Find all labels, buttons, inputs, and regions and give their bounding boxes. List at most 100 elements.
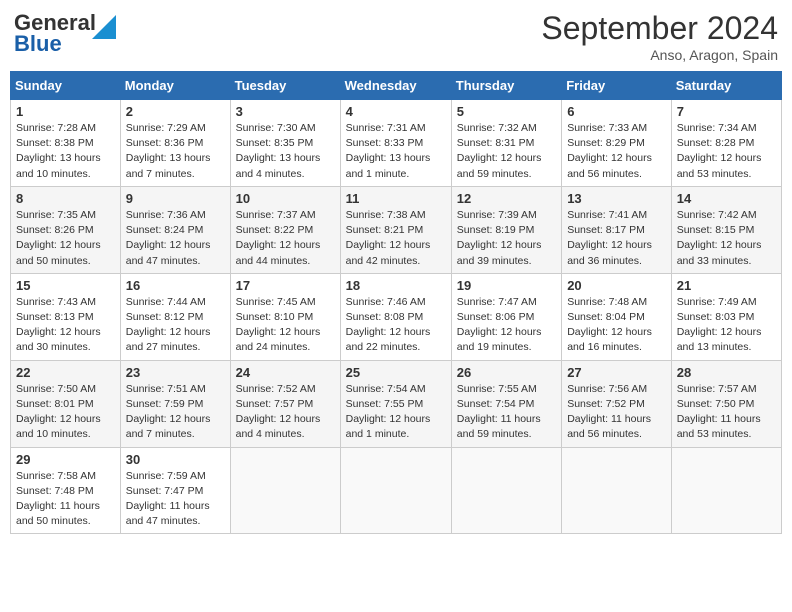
- day-detail: Sunrise: 7:35 AMSunset: 8:26 PMDaylight:…: [16, 208, 115, 269]
- day-detail-line: Daylight: 12 hours: [16, 412, 115, 427]
- day-number: 4: [346, 104, 446, 119]
- day-detail: Sunrise: 7:56 AMSunset: 7:52 PMDaylight:…: [567, 382, 666, 443]
- calendar-week-row: 29 Sunrise: 7:58 AMSunset: 7:48 PMDayligh…: [11, 447, 782, 534]
- calendar-day-cell: 7Sunrise: 7:34 AMSunset: 8:28 PMDaylight…: [671, 100, 781, 187]
- calendar-day-cell: [230, 447, 340, 534]
- day-detail-line: and 33 minutes.: [677, 254, 776, 269]
- month-title: September 2024: [541, 10, 778, 47]
- day-detail-line: Sunrise: 7:29 AM: [126, 121, 225, 136]
- day-detail-line: Sunset: 7:54 PM: [457, 397, 556, 412]
- calendar-day-cell: 16Sunrise: 7:44 AMSunset: 8:12 PMDayligh…: [120, 273, 230, 360]
- day-detail: Sunrise: 7:41 AMSunset: 8:17 PMDaylight:…: [567, 208, 666, 269]
- day-number: 17: [236, 278, 335, 293]
- day-number: 11: [346, 191, 446, 206]
- calendar-day-cell: 15Sunrise: 7:43 AMSunset: 8:13 PMDayligh…: [11, 273, 121, 360]
- day-detail-line: and 7 minutes.: [126, 167, 225, 182]
- calendar-week-row: 22 Sunrise: 7:50 AMSunset: 8:01 PMDayligh…: [11, 360, 782, 447]
- day-detail-line: Daylight: 13 hours: [346, 151, 446, 166]
- calendar-day-cell: 20 Sunrise: 7:48 AMSunset: 8:04 PMDayligh…: [562, 273, 672, 360]
- page-header: General Blue September 2024 Anso, Aragon…: [10, 10, 782, 63]
- day-detail-line: Sunrise: 7:30 AM: [236, 121, 335, 136]
- day-number: 20: [567, 278, 666, 293]
- calendar-day-cell: 6Sunrise: 7:33 AMSunset: 8:29 PMDaylight…: [562, 100, 672, 187]
- day-detail: Sunrise: 7:48 AMSunset: 8:04 PMDaylight:…: [567, 295, 666, 356]
- calendar-day-cell: 22 Sunrise: 7:50 AMSunset: 8:01 PMDayligh…: [11, 360, 121, 447]
- day-detail-line: Daylight: 12 hours: [677, 238, 776, 253]
- day-detail-line: Sunrise: 7:43 AM: [16, 295, 115, 310]
- calendar-day-cell: 27Sunrise: 7:56 AMSunset: 7:52 PMDayligh…: [562, 360, 672, 447]
- day-detail-line: and 4 minutes.: [236, 167, 335, 182]
- day-detail-line: Sunset: 8:28 PM: [677, 136, 776, 151]
- day-number: 21: [677, 278, 776, 293]
- day-detail-line: and 39 minutes.: [457, 254, 556, 269]
- day-detail-line: Daylight: 12 hours: [677, 151, 776, 166]
- weekday-header-tuesday: Tuesday: [230, 72, 340, 100]
- day-detail-line: Sunset: 8:31 PM: [457, 136, 556, 151]
- calendar-day-cell: 17Sunrise: 7:45 AMSunset: 8:10 PMDayligh…: [230, 273, 340, 360]
- day-number: 30: [126, 452, 225, 467]
- day-detail-line: and 1 minute.: [346, 427, 446, 442]
- day-detail: Sunrise: 7:29 AMSunset: 8:36 PMDaylight:…: [126, 121, 225, 182]
- logo-text-blue: Blue: [14, 31, 96, 57]
- day-number: 8: [16, 191, 115, 206]
- day-detail-line: and 1 minute.: [346, 167, 446, 182]
- day-detail: Sunrise: 7:37 AMSunset: 8:22 PMDaylight:…: [236, 208, 335, 269]
- day-number: 23: [126, 365, 225, 380]
- day-detail-line: Daylight: 12 hours: [16, 238, 115, 253]
- day-detail-line: Daylight: 12 hours: [126, 238, 225, 253]
- calendar-day-cell: 28Sunrise: 7:57 AMSunset: 7:50 PMDayligh…: [671, 360, 781, 447]
- day-detail: Sunrise: 7:34 AMSunset: 8:28 PMDaylight:…: [677, 121, 776, 182]
- day-detail-line: Daylight: 12 hours: [457, 238, 556, 253]
- day-detail-line: Daylight: 12 hours: [346, 238, 446, 253]
- day-detail-line: Sunrise: 7:54 AM: [346, 382, 446, 397]
- day-detail-line: and 42 minutes.: [346, 254, 446, 269]
- day-number: 12: [457, 191, 556, 206]
- day-detail-line: Daylight: 11 hours: [126, 499, 225, 514]
- day-detail: Sunrise: 7:46 AMSunset: 8:08 PMDaylight:…: [346, 295, 446, 356]
- day-number: 10: [236, 191, 335, 206]
- day-number: 5: [457, 104, 556, 119]
- day-number: 22: [16, 365, 115, 380]
- day-detail-line: and 22 minutes.: [346, 340, 446, 355]
- calendar-day-cell: 19Sunrise: 7:47 AMSunset: 8:06 PMDayligh…: [451, 273, 561, 360]
- day-detail-line: and 16 minutes.: [567, 340, 666, 355]
- day-detail-line: and 24 minutes.: [236, 340, 335, 355]
- calendar-day-cell: [562, 447, 672, 534]
- day-detail-line: Daylight: 12 hours: [346, 325, 446, 340]
- day-detail: Sunrise: 7:50 AMSunset: 8:01 PMDaylight:…: [16, 382, 115, 443]
- day-detail-line: Daylight: 12 hours: [457, 151, 556, 166]
- day-detail-line: Sunset: 7:47 PM: [126, 484, 225, 499]
- logo-block: General Blue: [14, 10, 116, 57]
- day-detail-line: and 10 minutes.: [16, 167, 115, 182]
- day-detail-line: Sunset: 8:21 PM: [346, 223, 446, 238]
- day-number: 14: [677, 191, 776, 206]
- day-detail-line: Sunset: 8:36 PM: [126, 136, 225, 151]
- day-detail-line: Sunset: 8:15 PM: [677, 223, 776, 238]
- day-detail-line: Daylight: 12 hours: [567, 238, 666, 253]
- day-number: 1: [16, 104, 115, 119]
- day-detail-line: and 19 minutes.: [457, 340, 556, 355]
- day-detail-line: Daylight: 13 hours: [16, 151, 115, 166]
- day-number: 24: [236, 365, 335, 380]
- day-number: 29: [16, 452, 115, 467]
- day-detail-line: Daylight: 12 hours: [236, 412, 335, 427]
- weekday-header-wednesday: Wednesday: [340, 72, 451, 100]
- day-detail: Sunrise: 7:58 AMSunset: 7:48 PMDaylight:…: [16, 469, 115, 530]
- calendar-day-cell: [671, 447, 781, 534]
- day-detail-line: and 53 minutes.: [677, 427, 776, 442]
- day-detail-line: and 47 minutes.: [126, 514, 225, 529]
- day-detail-line: Daylight: 12 hours: [457, 325, 556, 340]
- day-detail-line: Sunset: 8:04 PM: [567, 310, 666, 325]
- weekday-header-row: SundayMondayTuesdayWednesdayThursdayFrid…: [11, 72, 782, 100]
- day-detail: Sunrise: 7:33 AMSunset: 8:29 PMDaylight:…: [567, 121, 666, 182]
- day-number: 16: [126, 278, 225, 293]
- day-number: 13: [567, 191, 666, 206]
- day-detail-line: and 30 minutes.: [16, 340, 115, 355]
- day-detail-line: Sunrise: 7:45 AM: [236, 295, 335, 310]
- calendar-day-cell: 13 Sunrise: 7:41 AMSunset: 8:17 PMDayligh…: [562, 186, 672, 273]
- day-detail: Sunrise: 7:49 AMSunset: 8:03 PMDaylight:…: [677, 295, 776, 356]
- day-detail-line: Sunset: 8:12 PM: [126, 310, 225, 325]
- day-detail: Sunrise: 7:55 AMSunset: 7:54 PMDaylight:…: [457, 382, 556, 443]
- day-detail-line: Daylight: 13 hours: [236, 151, 335, 166]
- day-detail-line: Sunset: 8:10 PM: [236, 310, 335, 325]
